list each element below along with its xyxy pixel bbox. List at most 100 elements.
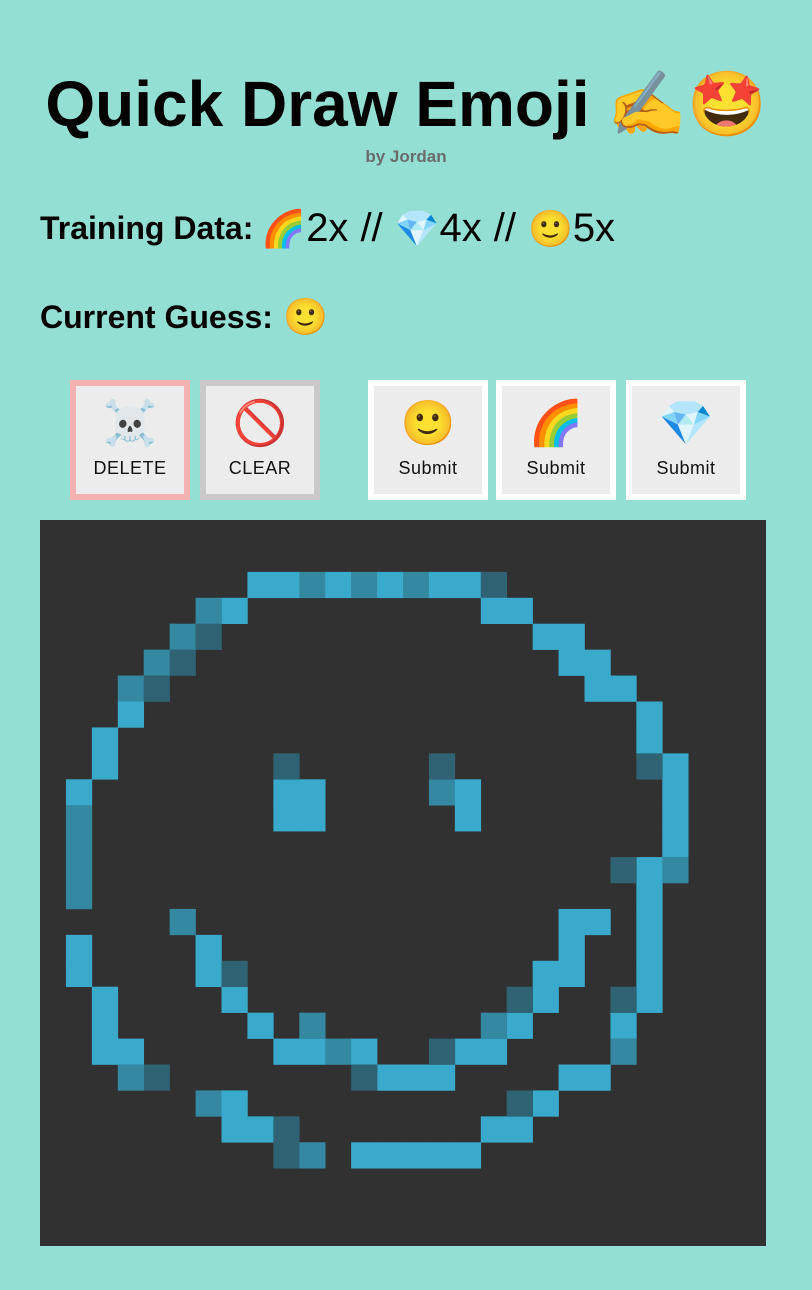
drawn-pixel [454,1038,482,1065]
drawn-pixel [636,753,663,780]
drawn-pixel [221,986,248,1013]
drawn-pixel [636,701,663,728]
drawn-pixel [351,571,378,599]
drawn-pixel [636,727,663,754]
drawn-pixel [506,986,533,1013]
gem-count: 4x [439,206,482,250]
drawn-pixel [558,908,585,936]
drawn-pixel [662,857,689,884]
drawn-pixel [299,779,326,806]
drawn-pixel [636,934,663,962]
current-guess: Current Guess: 🙂 [40,296,328,338]
delete-button[interactable]: ☠️ DELETE [70,380,190,500]
smile-icon: 🙂 [400,398,456,448]
drawn-pixel [65,805,93,832]
drawn-pixel [195,960,222,988]
drawn-pixel [480,571,508,599]
drawn-pixel [480,597,508,625]
drawn-pixel [65,779,93,806]
smile-icon: 🙂 [527,207,573,249]
drawn-pixel [506,1090,533,1117]
drawn-pixel [428,1038,456,1065]
drawn-pixel [403,1064,430,1091]
drawn-pixel [91,727,119,754]
drawn-pixel [91,986,119,1013]
drawn-pixel [403,571,430,599]
drawn-pixel [454,1142,482,1169]
submit-label: Submit [656,457,716,478]
drawn-pixel [662,831,689,858]
gem-icon: 💎 [394,207,440,249]
drawn-pixel [247,571,274,599]
drawn-pixel [195,1090,222,1117]
rainbow-icon: 🌈 [261,207,307,249]
drawn-pixel [299,1142,326,1169]
drawn-pixel [117,701,145,728]
drawn-pixel [169,623,196,650]
rainbow-icon: 🌈 [528,398,584,448]
drawn-pixel [610,1038,637,1065]
separator: // [493,206,516,250]
drawn-pixel [65,934,93,962]
drawn-pixel [351,1142,378,1169]
drawn-pixel [299,1038,326,1065]
drawn-pixel [117,1038,145,1065]
drawn-pixel [143,675,170,702]
skull-icon: ☠️ [102,398,158,448]
submit-rainbow-button[interactable]: 🌈 Submit [496,380,616,500]
drawn-pixel [662,779,689,806]
drawn-pixel [221,597,248,625]
drawn-pixel [195,934,222,962]
prohibited-icon: 🚫 [232,398,288,448]
drawn-pixel [558,649,585,676]
drawn-pixel [221,1116,248,1143]
drawn-pixel [273,1116,300,1143]
drawn-pixel [325,1038,352,1065]
drawn-pixel [377,571,404,599]
drawn-pixel [636,986,663,1013]
drawn-pixel [428,779,456,806]
drawn-pixel [299,571,326,599]
drawn-pixel [195,623,222,650]
delete-button-label: DELETE [93,457,167,478]
drawn-pixel [558,960,585,988]
drawn-pixel [428,1142,456,1169]
separator: // [360,206,383,250]
current-guess-label: Current Guess: [40,298,273,335]
clear-button-label: CLEAR [228,457,292,478]
drawn-pixel [558,934,585,962]
drawn-pixel [195,597,222,625]
drawn-pixel [506,597,533,625]
drawn-pixel [247,1012,274,1039]
drawn-pixel [65,960,93,988]
drawn-pixel [662,753,689,780]
drawing-canvas[interactable] [40,520,766,1246]
drawn-pixel [610,857,637,884]
drawn-pixel [91,753,119,780]
drawn-pixel [506,1116,533,1143]
submit-smile-button[interactable]: 🙂 Submit [368,380,488,500]
drawn-pixel [584,908,611,936]
drawn-pixel [299,1012,326,1039]
drawn-pixel [532,960,559,988]
drawn-pixel [65,883,93,910]
submit-label: Submit [398,457,458,478]
drawn-pixel [636,960,663,988]
gem-icon: 💎 [658,398,714,448]
drawn-pixel [273,571,300,599]
drawn-pixel [65,831,93,858]
submit-gem-button[interactable]: 💎 Submit [626,380,746,500]
drawn-pixel [532,1090,559,1117]
clear-button[interactable]: 🚫 CLEAR [200,380,320,500]
drawn-pixel [636,857,663,884]
drawn-pixel [454,571,482,599]
drawn-pixel [247,1116,274,1143]
drawn-pixel [377,1142,404,1169]
drawn-pixel [662,805,689,832]
drawn-pixel [454,805,482,832]
rainbow-count: 2x [306,206,349,250]
drawn-pixel [428,753,456,780]
drawn-pixel [117,675,145,702]
drawing-grid[interactable] [40,520,766,1246]
drawn-pixel [273,753,300,780]
